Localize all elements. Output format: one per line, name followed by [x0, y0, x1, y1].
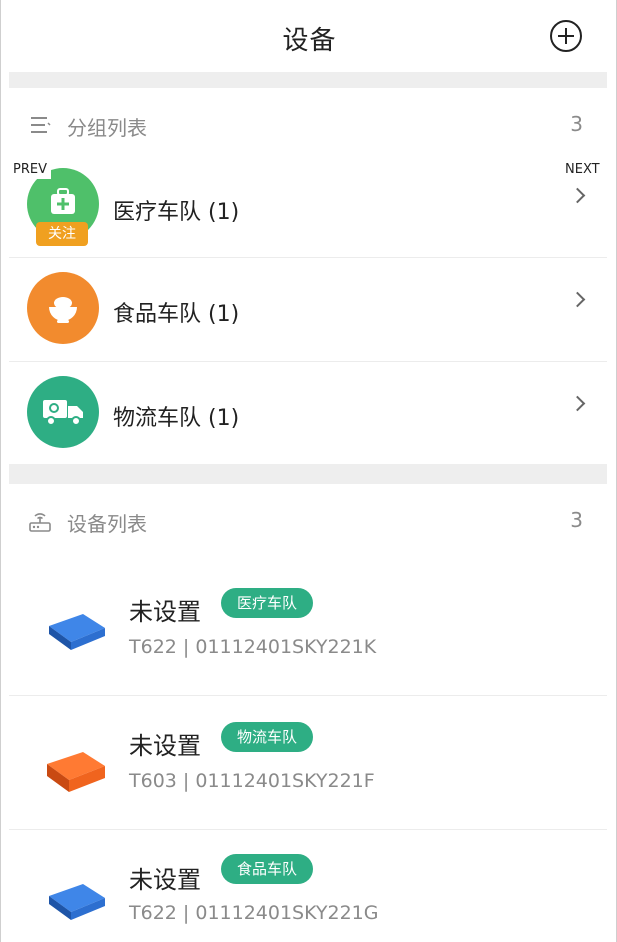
group-label: 物流车队 (1) [113, 406, 240, 431]
group-label: 医疗车队 (1) [113, 200, 240, 225]
device-row[interactable]: 未设置 物流车队 T603 | 01112401SKY221F [9, 696, 607, 830]
plus-circle-icon[interactable] [550, 20, 582, 52]
groups-section-header: 分组列表 3 [9, 92, 607, 158]
device-row[interactable]: 未设置 医疗车队 T622 | 01112401SKY221K [9, 562, 607, 696]
devices-section-header: 设备列表 3 [9, 488, 607, 554]
food-bowl-icon [49, 297, 77, 323]
tracker-device-image [49, 614, 105, 650]
device-model-serial: T603 | 01112401SKY221F [129, 770, 375, 792]
list-icon [31, 117, 51, 133]
groups-section-label: 分组列表 [67, 116, 147, 140]
device-row[interactable]: 未设置 食品车队 T622 | 01112401SKY221G [9, 830, 607, 942]
chevron-right-icon [569, 395, 586, 412]
device-model-serial: T622 | 01112401SKY221G [129, 902, 379, 924]
prev-link[interactable]: PREV [9, 160, 51, 179]
group-tag: 食品车队 [221, 854, 314, 884]
tracker-device-image [47, 752, 105, 792]
groups-count: 3 [570, 112, 583, 136]
device-name: 未设置 [129, 866, 201, 894]
device-name: 未设置 [129, 732, 201, 760]
group-tag: 医疗车队 [221, 588, 314, 618]
follow-badge: 关注 [36, 222, 88, 246]
group-row-medical[interactable]: 医疗车队 (1) [9, 154, 607, 258]
group-row-food[interactable]: 食品车队 (1) [9, 258, 607, 362]
devices-section-label: 设备列表 [67, 512, 147, 536]
avatar [27, 376, 99, 448]
chevron-right-icon [569, 187, 586, 204]
avatar [27, 272, 99, 344]
group-tag: 物流车队 [221, 722, 314, 752]
group-row-logistics[interactable]: 物流车队 (1) [9, 362, 607, 464]
router-icon [29, 513, 51, 532]
device-name: 未设置 [129, 598, 201, 626]
chevron-right-icon [569, 291, 586, 308]
truck-icon [43, 400, 83, 426]
group-label: 食品车队 (1) [113, 302, 240, 327]
section-divider [9, 464, 607, 484]
section-divider [9, 72, 607, 88]
app-frame: 设备 分组列表 3 医疗车队 (1) 关注 食品车队 (1) 物流车队 (1) … [0, 0, 617, 942]
device-model-serial: T622 | 01112401SKY221K [129, 636, 377, 658]
tracker-device-image [49, 884, 105, 920]
next-link[interactable]: NEXT [561, 160, 604, 179]
devices-count: 3 [570, 508, 583, 532]
page-title: 设备 [282, 26, 337, 56]
app-header: 设备 [1, 0, 616, 72]
